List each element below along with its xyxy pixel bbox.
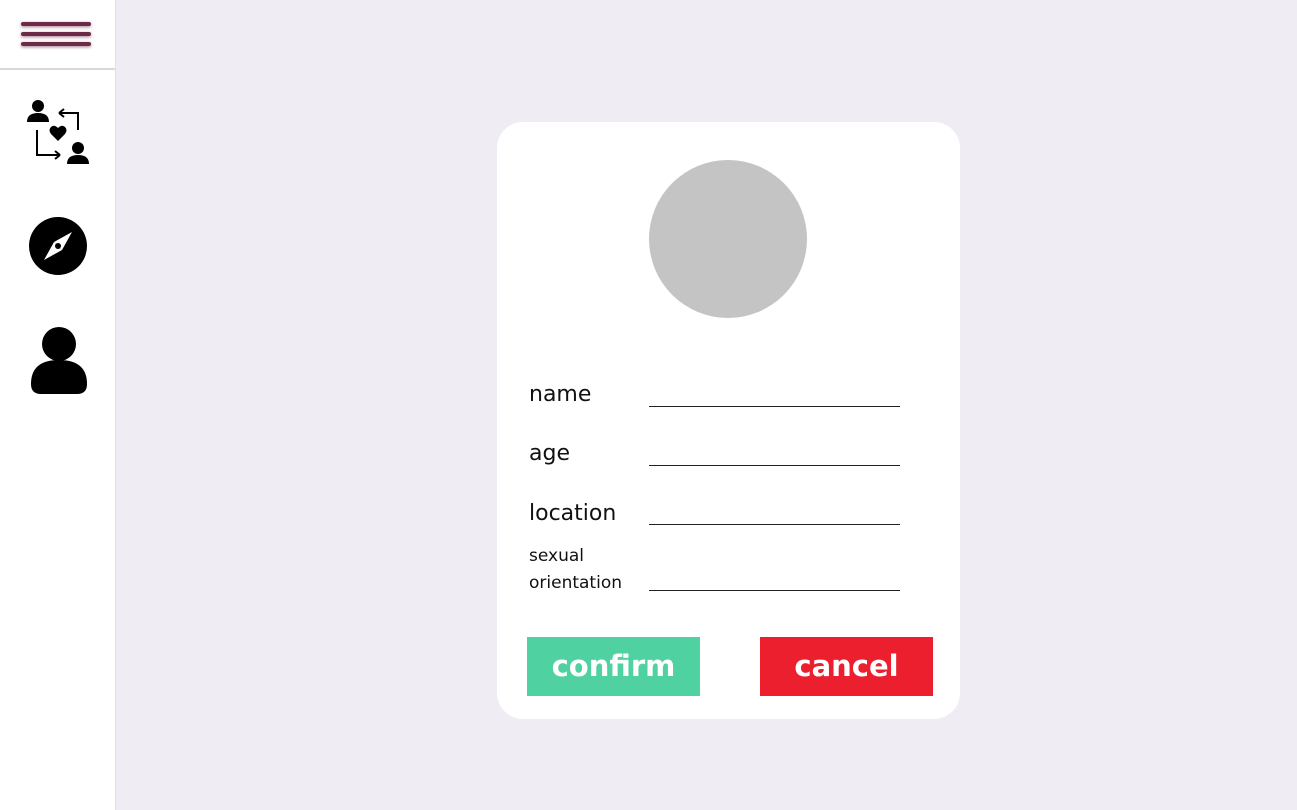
sexual-orientation-label: sexual orientation — [529, 543, 622, 597]
profile-form-card: name age location sexual orientation con… — [497, 122, 960, 719]
age-label: age — [529, 441, 570, 466]
sexual-orientation-field[interactable] — [649, 568, 900, 591]
match-swap-icon[interactable] — [22, 96, 94, 168]
menu-line — [21, 22, 91, 26]
compass-icon[interactable] — [22, 210, 94, 282]
menu-line — [21, 32, 91, 36]
location-label: location — [529, 501, 617, 526]
name-label: name — [529, 382, 592, 407]
confirm-button[interactable]: confirm — [527, 637, 700, 696]
sexual-orientation-label-line2: orientation — [529, 573, 622, 593]
name-field[interactable] — [649, 384, 900, 407]
cancel-button[interactable]: cancel — [760, 637, 933, 696]
menu-line — [21, 42, 91, 46]
sidebar — [0, 0, 116, 810]
sexual-orientation-label-line1: sexual — [529, 546, 584, 566]
location-field[interactable] — [649, 502, 900, 525]
hamburger-menu-icon[interactable] — [0, 0, 115, 70]
user-icon[interactable] — [22, 322, 94, 394]
age-field[interactable] — [649, 443, 900, 466]
avatar[interactable] — [649, 160, 807, 318]
